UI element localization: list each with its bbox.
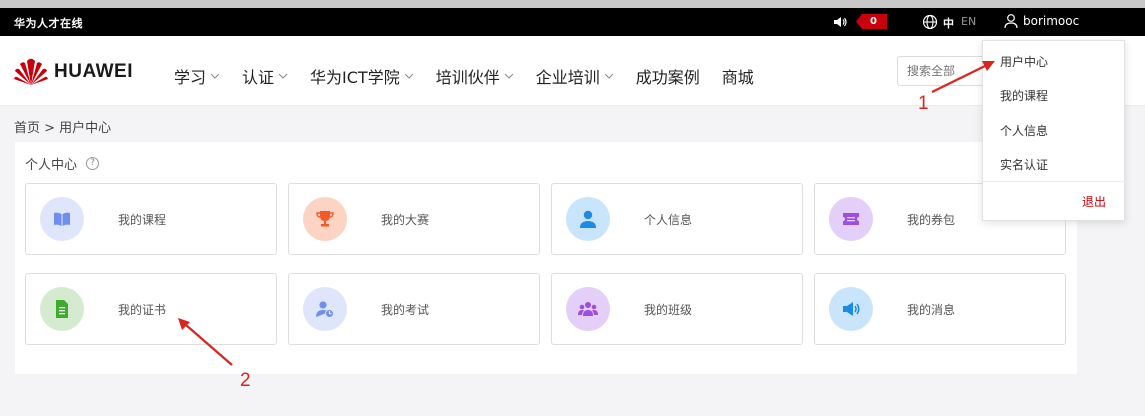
dropdown-item-my-courses[interactable]: 我的课程 (1000, 87, 1048, 104)
user-icon[interactable] (1004, 13, 1018, 29)
chevron-down-icon (504, 73, 514, 79)
nav-item-label: 培训伙伴 (435, 68, 500, 87)
panel-title-text: 个人中心 (25, 158, 78, 173)
card-icon-circle (303, 197, 347, 241)
username[interactable]: borimooc (1023, 14, 1079, 28)
card-label: 我的班级 (644, 303, 693, 317)
huawei-logo[interactable]: HUAWEI (14, 58, 133, 86)
card-personal-info[interactable]: 个人信息 (551, 183, 803, 255)
card-label: 我的课程 (118, 213, 167, 227)
search-input[interactable] (897, 56, 987, 86)
card-my-competitions[interactable]: 我的大赛 (288, 183, 540, 255)
card-my-messages[interactable]: 我的消息 (814, 273, 1066, 345)
main-header: HUAWEI 学习 认证 华为ICT学院 培训伙伴 企业培训 成功案例 商城 (0, 36, 1145, 106)
card-my-classes[interactable]: 我的班级 (551, 273, 803, 345)
logout-button[interactable]: 退出 (1082, 193, 1106, 210)
main-nav: 学习 认证 华为ICT学院 培训伙伴 企业培训 成功案例 商城 (174, 64, 776, 88)
group-icon (578, 302, 598, 316)
huawei-flower-icon (14, 58, 48, 85)
nav-item-store[interactable]: 商城 (722, 64, 754, 88)
browser-strip (0, 0, 1145, 8)
card-my-exams[interactable]: 我的考试 (288, 273, 540, 345)
nav-item-label: 成功案例 (635, 68, 700, 87)
card-icon-circle (566, 287, 610, 331)
speaker-icon[interactable] (832, 14, 848, 30)
annotation-label-1: 1 (918, 93, 929, 114)
dropdown-item-real-name-auth[interactable]: 实名认证 (1000, 156, 1048, 173)
card-icon-circle (40, 287, 84, 331)
nav-item-enterprise-training[interactable]: 企业培训 (536, 64, 614, 88)
chevron-down-icon (604, 73, 614, 79)
help-icon[interactable]: ? (86, 157, 100, 170)
card-label: 我的考试 (381, 303, 430, 317)
nav-item-label: 学习 (174, 68, 207, 87)
exam-user-icon (316, 301, 334, 318)
chevron-down-icon (278, 73, 288, 79)
card-icon-circle (829, 197, 873, 241)
card-icon-circle (566, 197, 610, 241)
notification-badge[interactable]: 0 (856, 14, 887, 29)
nav-item-label: 企业培训 (535, 68, 600, 87)
card-label: 个人信息 (644, 213, 693, 227)
card-icon-circle (40, 197, 84, 241)
logo-text: HUAWEI (54, 61, 133, 82)
user-dropdown-menu: 用户中心 我的课程 个人信息 实名认证 退出 (982, 40, 1126, 221)
nav-item-certification[interactable]: 认证 (242, 64, 288, 88)
book-icon (54, 212, 70, 226)
card-icon-circle (303, 287, 347, 331)
trophy-icon (316, 211, 334, 227)
card-label: 我的证书 (118, 303, 167, 317)
nav-item-success-cases[interactable]: 成功案例 (636, 64, 700, 88)
card-my-courses[interactable]: 我的课程 (25, 183, 277, 255)
breadcrumb[interactable]: 首页 > 用户中心 (14, 117, 111, 136)
nav-item-ict-academy[interactable]: 华为ICT学院 (310, 64, 414, 88)
nav-item-learning[interactable]: 学习 (174, 64, 220, 88)
top-bar: 华为人才在线 0 中 EN borimooc (0, 8, 1145, 36)
personal-center-panel: 个人中心 ? 我的课程 我的大赛 个人信息 我的券包 我的证书 我的考试 我的班… (15, 142, 1077, 374)
dropdown-item-personal-info[interactable]: 个人信息 (1000, 122, 1048, 139)
nav-item-label: 商城 (721, 68, 754, 87)
card-label: 我的券包 (907, 213, 956, 227)
person-icon (580, 210, 596, 228)
ticket-icon (843, 213, 859, 225)
lang-zh-option[interactable]: 中 (943, 15, 954, 31)
nav-item-label: 华为ICT学院 (310, 68, 400, 87)
annotation-label-2: 2 (240, 370, 251, 391)
chevron-down-icon (404, 73, 414, 79)
dropdown-item-user-center[interactable]: 用户中心 (1000, 53, 1048, 70)
card-my-certificates[interactable]: 我的证书 (25, 273, 277, 345)
nav-item-label: 认证 (242, 68, 275, 87)
speaker-icon (843, 302, 860, 316)
panel-title: 个人中心 ? (25, 154, 100, 173)
nav-item-training-partners[interactable]: 培训伙伴 (436, 64, 514, 88)
chevron-down-icon (210, 73, 220, 79)
card-label: 我的消息 (907, 303, 956, 317)
card-label: 我的大赛 (381, 213, 430, 227)
site-brand[interactable]: 华为人才在线 (14, 15, 83, 31)
card-icon-circle (829, 287, 873, 331)
lang-en-option[interactable]: EN (961, 15, 976, 28)
dropdown-divider (983, 181, 1126, 182)
certificate-icon (56, 300, 68, 318)
globe-icon[interactable] (922, 14, 938, 30)
